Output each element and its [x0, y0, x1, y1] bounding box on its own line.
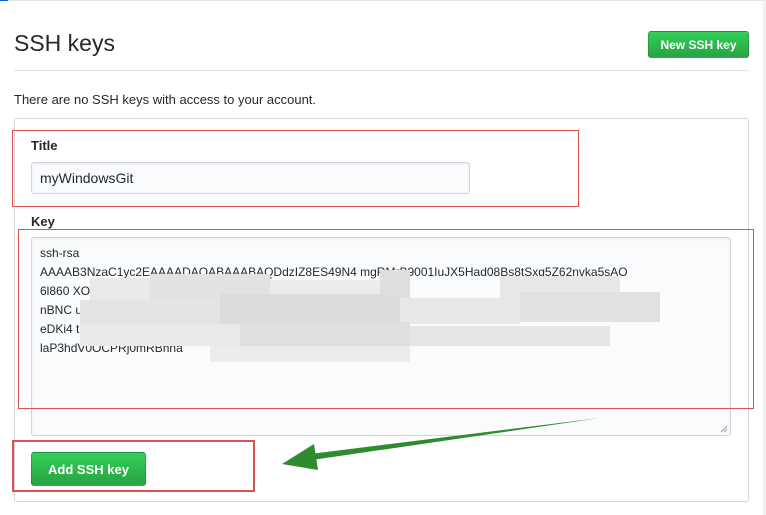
key-line: ssh-rsa — [40, 246, 80, 260]
key-line: nBNC uv17OE — [40, 303, 119, 317]
page-title: SSH keys — [14, 30, 115, 56]
key-textarea[interactable]: ssh-rsa AAAAB3NzaC1yc2EAAAADAQABAAABAQDd… — [31, 237, 731, 436]
top-border — [0, 0, 766, 1]
key-label: Key — [31, 214, 55, 229]
header-divider — [14, 70, 749, 71]
add-ssh-key-button[interactable]: Add SSH key — [31, 452, 146, 486]
key-line: AAAAB3NzaC1yc2EAAAADAQABAAABAQDdzIZ8ES49… — [40, 265, 628, 279]
title-input[interactable] — [31, 162, 470, 194]
resize-handle-icon[interactable] — [720, 425, 728, 433]
new-ssh-key-button[interactable]: New SSH key — [648, 31, 749, 58]
no-keys-notice: There are no SSH keys with access to you… — [14, 92, 317, 107]
key-line: eDKi4 tn4RXI0CP — [40, 322, 137, 336]
title-label: Title — [31, 138, 58, 153]
top-accent-line — [0, 0, 8, 1]
key-line: laP3hdV0OCPRj0mRBhna — [40, 341, 183, 355]
key-line: 6l860 XO4CE 9soMoj52Tlb — [40, 284, 186, 298]
